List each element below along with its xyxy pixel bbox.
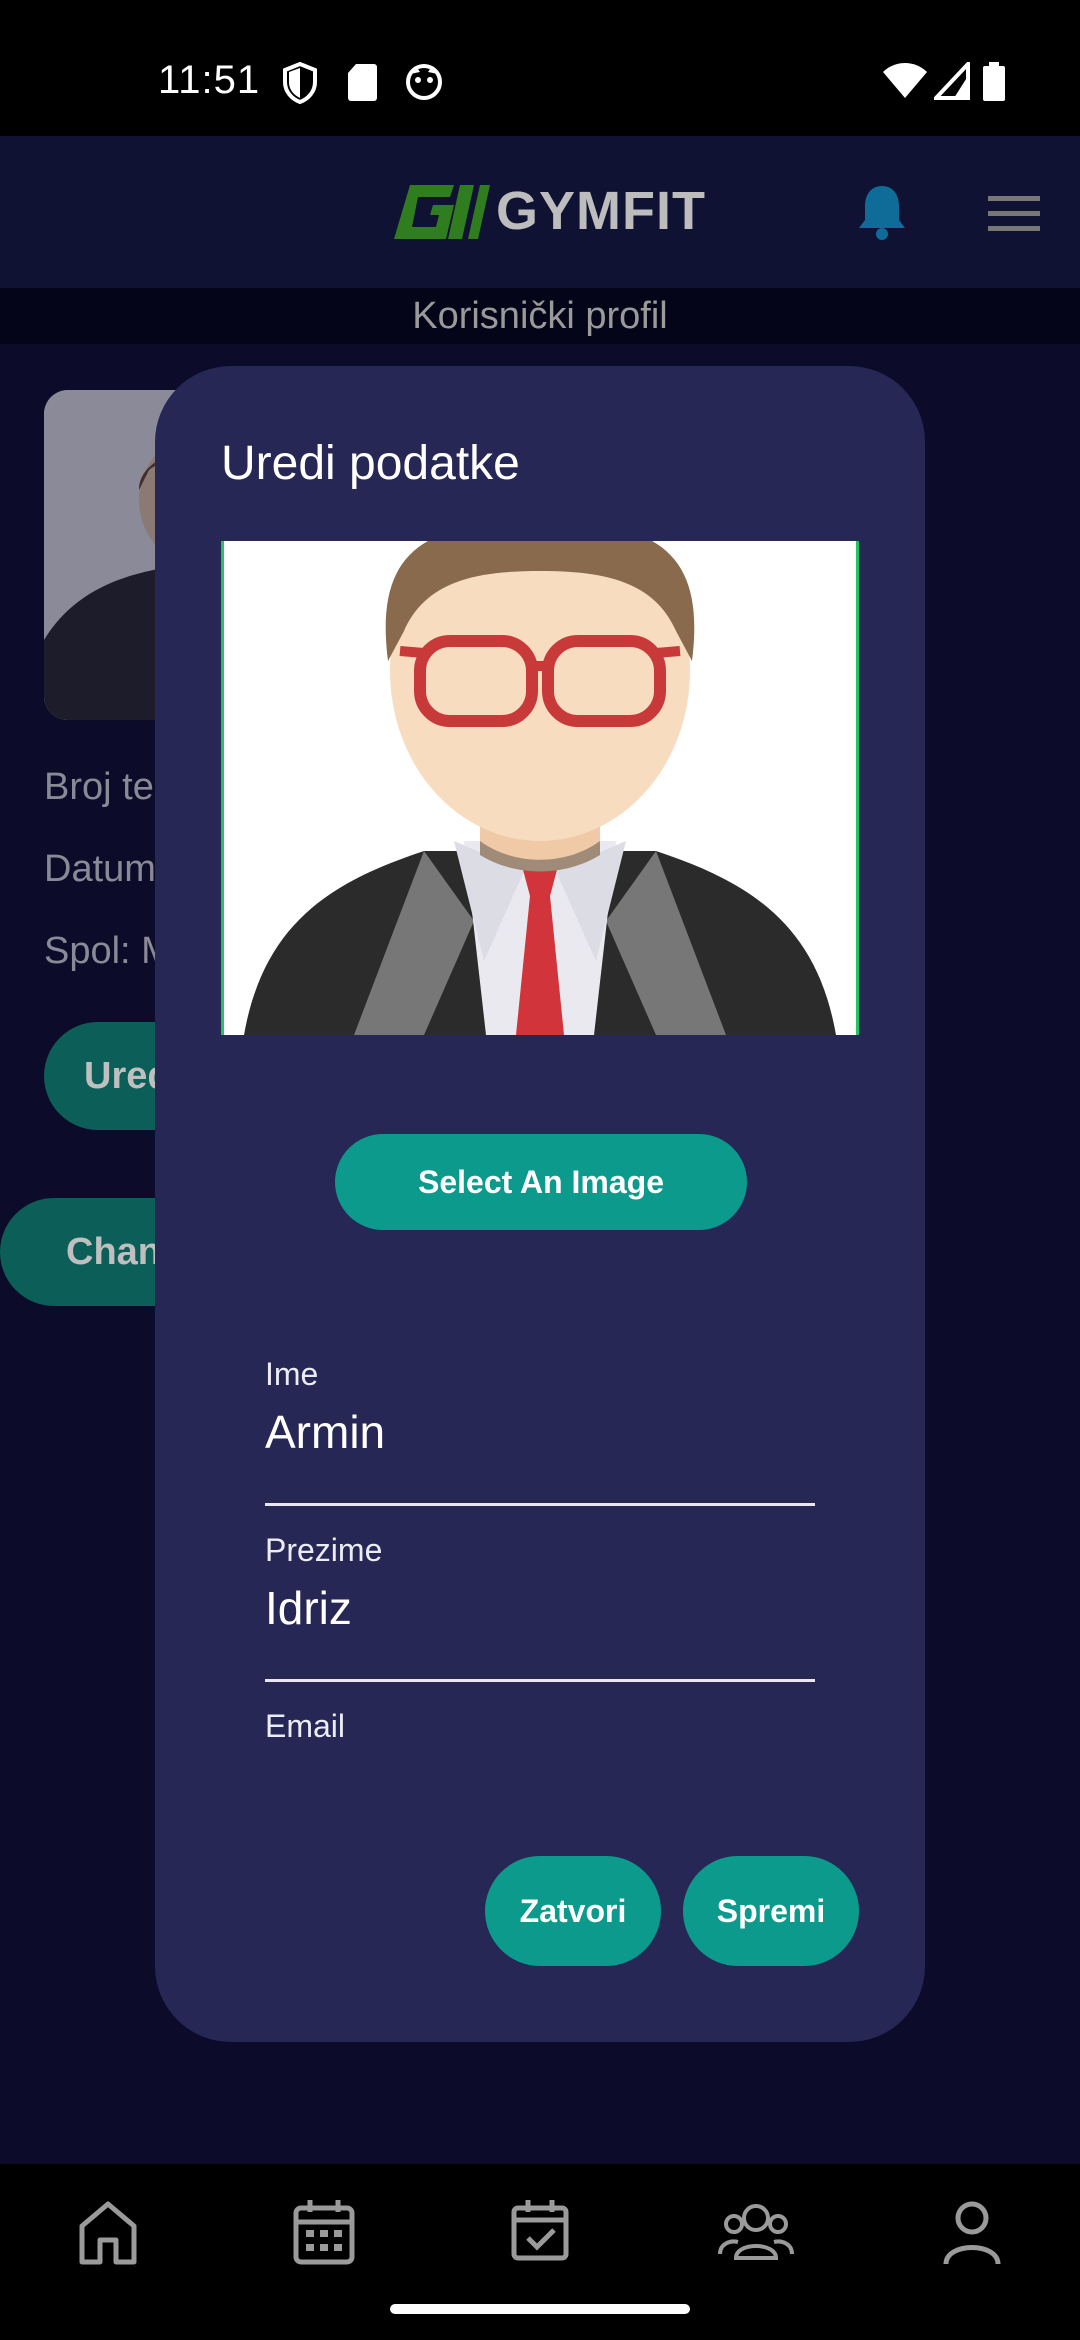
email-label: Email [265,1708,346,1744]
face-icon [406,64,442,100]
shield-icon [283,62,317,104]
page-subheader: Korisnički profil [0,288,1080,344]
calendar-icon[interactable] [284,2192,364,2272]
last-name-label: Prezime [265,1532,383,1568]
hamburger-menu-icon[interactable] [988,194,1040,234]
phone-label-partial: Broj te [44,766,154,808]
birthdate-label-partial: Datum [44,848,156,890]
first-name-input[interactable] [265,1402,815,1462]
last-name-input[interactable] [265,1578,815,1638]
wifi-icon [883,63,927,98]
bottom-navigation [0,2164,1080,2340]
home-icon[interactable] [68,2192,148,2272]
group-icon[interactable] [716,2192,796,2272]
email-field: Email [265,1708,815,1780]
first-name-field: Ime [265,1356,815,1506]
battery-icon [983,62,1005,101]
gymfit-logo: GYMFIT [392,180,706,242]
page-title: Korisnički profil [412,295,668,337]
home-indicator [390,2304,690,2314]
close-button[interactable]: Zatvori [485,1856,661,1966]
save-button[interactable]: Spremi [683,1856,859,1966]
profile-photo [221,541,859,1035]
app-header: GYMFIT [0,136,1080,288]
sd-card-icon [348,64,377,101]
select-image-button[interactable]: Select An Image [335,1134,747,1230]
calendar-check-icon[interactable] [500,2192,580,2272]
last-name-field: Prezime [265,1532,815,1682]
email-input[interactable] [265,1754,815,1780]
signal-icon [934,62,970,100]
person-icon[interactable] [932,2192,1012,2272]
status-bar: 11:51 [0,0,1080,136]
status-time: 11:51 [158,58,261,102]
dialog-title: Uredi podatke [221,437,520,490]
logo-mark-icon [394,185,490,239]
bell-icon[interactable] [856,182,908,240]
first-name-label: Ime [265,1356,319,1392]
edit-profile-dialog: Uredi podatke Select An Image Ime Armin … [155,366,925,2042]
gender-label-partial: Spol: M [44,930,173,972]
profile-form: Ime Prezime Email [265,1356,815,1780]
person-avatar-illustration [224,541,856,1035]
logo-text: GYMFIT [496,181,706,241]
